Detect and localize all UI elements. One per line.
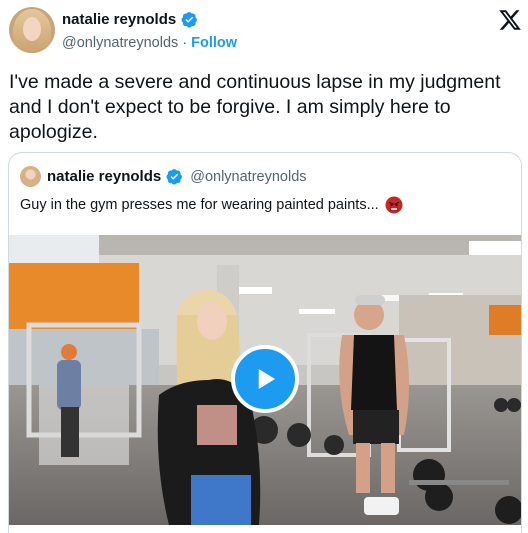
x-logo-icon[interactable] xyxy=(498,8,522,32)
follow-button[interactable]: Follow xyxy=(191,35,237,51)
quoted-tweet[interactable]: natalie reynolds @onlynatreynolds Guy in… xyxy=(8,152,522,533)
angry-face-emoji-icon xyxy=(385,196,403,214)
quoted-tweet-text: Guy in the gym presses me for wearing pa… xyxy=(20,197,379,213)
verified-badge-icon xyxy=(166,169,183,185)
quoted-tweet-text-row: Guy in the gym presses me for wearing pa… xyxy=(20,196,403,214)
quoted-author-avatar[interactable] xyxy=(20,166,41,187)
verified-badge-icon xyxy=(181,12,198,28)
play-button[interactable] xyxy=(231,345,299,413)
author-handle-row: @onlynatreynolds · Follow xyxy=(62,35,237,51)
quoted-author-name[interactable]: natalie reynolds xyxy=(47,168,161,185)
video-thumbnail[interactable] xyxy=(9,235,521,525)
quoted-author-handle[interactable]: @onlynatreynolds xyxy=(190,169,306,185)
handle-separator: · xyxy=(182,35,188,51)
author-handle[interactable]: @onlynatreynolds xyxy=(62,35,178,51)
play-icon xyxy=(258,369,275,389)
tweet-card: natalie reynolds @onlynatreynolds · Foll… xyxy=(0,0,528,533)
author-avatar[interactable] xyxy=(9,7,55,53)
author-name-row: natalie reynolds xyxy=(62,11,198,28)
tweet-text: I've made a severe and continuous lapse … xyxy=(9,71,501,143)
quoted-author-row: natalie reynolds @onlynatreynolds xyxy=(47,168,307,185)
author-display-name[interactable]: natalie reynolds xyxy=(62,11,176,28)
